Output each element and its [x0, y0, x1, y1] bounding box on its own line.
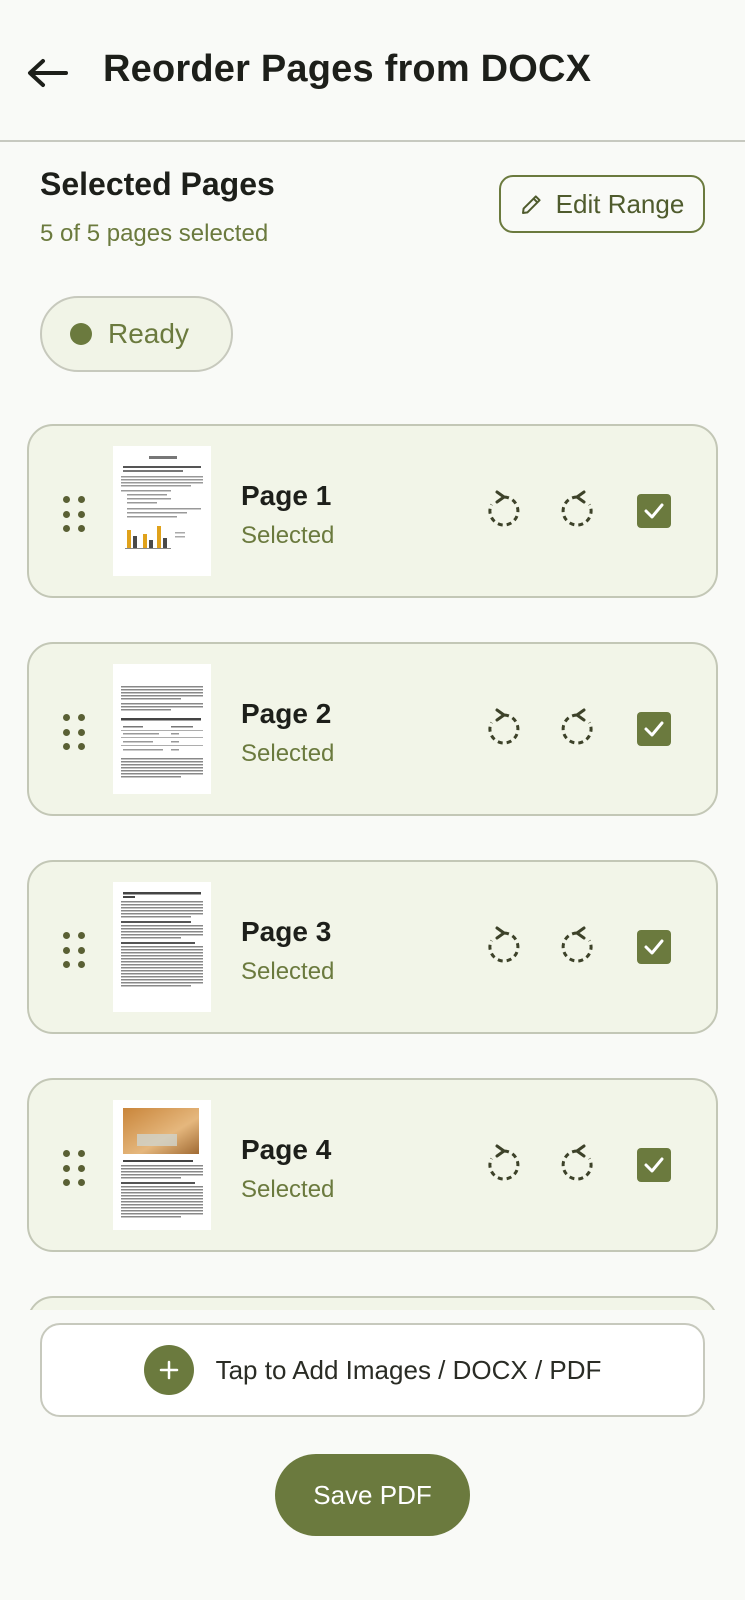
page-checkbox[interactable] [637, 930, 671, 964]
status-label: Ready [108, 318, 189, 349]
rotate-right-icon[interactable] [556, 926, 598, 968]
arrow-left-icon [28, 59, 68, 87]
page-card[interactable]: Page 4 Selected [27, 1078, 718, 1252]
page-state-label: Selected [241, 740, 335, 767]
add-files-label: Tap to Add Images / DOCX / PDF [215, 1354, 602, 1385]
page-state-label: Selected [241, 958, 335, 985]
back-button[interactable] [22, 50, 72, 96]
selected-pages-heading: Selected Pages [40, 166, 275, 202]
drag-handle-icon[interactable] [63, 496, 85, 534]
page-card[interactable]: Page 1 Selected [27, 424, 718, 598]
drag-handle-icon[interactable] [63, 1150, 85, 1188]
edit-range-button[interactable]: Edit Range [499, 175, 705, 233]
edit-range-label: Edit Range [555, 188, 685, 219]
rotate-left-icon[interactable] [483, 1144, 525, 1186]
app-bar: Reorder Pages from DOCX [0, 0, 745, 142]
checkmark-icon [644, 721, 664, 737]
page-thumbnail [113, 1100, 211, 1230]
rotate-right-icon[interactable] [556, 1144, 598, 1186]
pencil-icon [521, 195, 541, 214]
save-pdf-button[interactable]: Save PDF [275, 1454, 470, 1536]
rotate-right-icon[interactable] [556, 490, 598, 532]
page-title-label: Page 4 [241, 1134, 332, 1165]
page-list[interactable]: Page 1 Selected Page 2 Selected Page 3 S… [0, 400, 745, 1310]
add-files-button[interactable]: Tap to Add Images / DOCX / PDF [40, 1323, 705, 1417]
page-title-label: Page 2 [241, 698, 332, 729]
status-dot-icon [70, 323, 92, 345]
page-state-label: Selected [241, 1176, 335, 1203]
status-chip: Ready [40, 296, 233, 372]
checkmark-icon [644, 939, 664, 955]
drag-handle-icon[interactable] [63, 932, 85, 970]
rotate-right-icon[interactable] [556, 708, 598, 750]
page-card[interactable] [27, 1296, 718, 1310]
page-thumbnail [113, 446, 211, 576]
checkmark-icon [644, 503, 664, 519]
page-checkbox[interactable] [637, 1148, 671, 1182]
plus-icon [143, 1345, 194, 1395]
drag-handle-icon[interactable] [63, 714, 85, 752]
selection-summary: 5 of 5 pages selected [40, 220, 269, 247]
page-card[interactable]: Page 2 Selected [27, 642, 718, 816]
page-thumbnail [113, 664, 211, 794]
page-title-label: Page 1 [241, 480, 332, 511]
page-checkbox[interactable] [637, 712, 671, 746]
page-checkbox[interactable] [637, 494, 671, 528]
page-card[interactable]: Page 3 Selected [27, 860, 718, 1034]
checkmark-icon [644, 1157, 664, 1173]
page-state-label: Selected [241, 522, 335, 549]
page-title: Reorder Pages from DOCX [103, 48, 592, 90]
rotate-left-icon[interactable] [483, 708, 525, 750]
page-thumbnail [113, 882, 211, 1012]
page-title-label: Page 3 [241, 916, 332, 947]
rotate-left-icon[interactable] [483, 490, 525, 532]
rotate-left-icon[interactable] [483, 926, 525, 968]
